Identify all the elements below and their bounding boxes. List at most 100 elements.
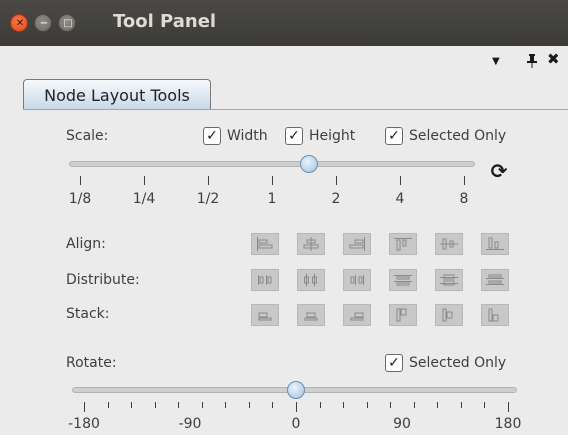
rotate-tick [131,402,133,408]
align-top-button[interactable] [389,233,417,255]
rotate-selected-only-box: ✓ [385,354,403,372]
close-icon[interactable]: ✖ [547,52,560,67]
stack-middle-icon [442,308,453,322]
align-center-vertical-icon [440,238,458,250]
rotate-selected-only-label: Selected Only [409,355,507,371]
stack-label: Stack: [66,306,110,322]
align-left-icon [257,237,273,251]
tab-divider [23,109,568,110]
stack-bottom-icon [488,308,499,322]
scale-tick-label: 2 [331,191,341,207]
rotate-tick [84,402,85,412]
width-checkbox[interactable]: ✓ Width [203,127,268,145]
scale-label: Scale: [66,128,109,144]
scale-selected-only-checkbox[interactable]: ✓ Selected Only [385,127,506,145]
scale-tick-label: 1/2 [196,191,220,207]
rotate-tick [178,402,180,408]
pin-icon[interactable] [526,54,538,71]
rotate-tick [296,402,297,412]
tab-label: Node Layout Tools [44,85,190,105]
stack-left-icon [258,312,272,321]
height-checkbox-label: Height [309,128,356,144]
align-right-button[interactable] [343,233,371,255]
align-right-icon [349,237,365,251]
stack-right-button[interactable] [343,304,371,326]
align-center-horizontal-button[interactable] [297,233,325,255]
align-bottom-icon [486,237,504,250]
rotate-selected-only-checkbox[interactable]: ✓ Selected Only [385,354,506,372]
align-center-vertical-button[interactable] [435,233,463,255]
scale-slider-track[interactable] [69,161,475,167]
distribute-label: Distribute: [66,272,140,288]
width-checkbox-box: ✓ [203,127,221,145]
scale-tick [144,176,145,185]
distribute-top-button[interactable] [389,269,417,291]
scale-selected-only-box: ✓ [385,127,403,145]
tab-node-layout-tools[interactable]: Node Layout Tools [23,79,211,110]
distribute-left-button[interactable] [251,269,279,291]
align-bottom-button[interactable] [481,233,509,255]
stack-middle-button[interactable] [435,304,463,326]
distribute-center-button[interactable] [297,269,325,291]
height-checkbox-box: ✓ [285,127,303,145]
rotate-tick [413,402,415,408]
scale-tick [400,176,401,185]
rotate-tick [201,402,203,408]
distribute-middle-icon [440,274,458,286]
window-titlebar: ✕ − □ Tool Panel [0,0,568,46]
rotate-tick-label: -90 [178,416,202,432]
scale-tick [336,176,337,185]
rotate-tick [154,402,156,408]
scale-tick [272,176,273,185]
rotate-slider-thumb[interactable] [287,381,305,399]
stack-top-button[interactable] [389,304,417,326]
maximize-icon: □ [63,18,73,29]
height-checkbox[interactable]: ✓ Height [285,127,355,145]
checkmark-icon: ✓ [206,128,218,144]
scale-selected-only-label: Selected Only [409,128,507,144]
checkmark-icon: ✓ [388,355,400,371]
distribute-bottom-icon [486,274,504,285]
scale-tick-label: 1/8 [68,191,92,207]
stack-center-icon [304,312,318,321]
distribute-left-icon [258,275,272,285]
rotate-tick-label: 0 [291,416,301,432]
align-center-horizontal-icon [303,237,319,251]
checkmark-icon: ✓ [388,128,400,144]
rotate-tick [484,402,486,408]
minimize-icon: − [39,18,49,29]
rotate-tick-label: 90 [393,416,411,432]
distribute-bottom-button[interactable] [481,269,509,291]
align-top-icon [394,238,412,251]
distribute-right-icon [350,275,364,285]
rotate-tick [272,402,274,408]
scale-tick [464,176,465,185]
scale-slider-thumb[interactable] [300,155,319,173]
window-maximize-button[interactable]: □ [58,14,76,32]
stack-left-button[interactable] [251,304,279,326]
stack-center-button[interactable] [297,304,325,326]
distribute-middle-button[interactable] [435,269,463,291]
window-close-button[interactable]: ✕ [10,14,28,32]
scale-tick-label: 8 [459,191,469,207]
dropdown-arrow-icon[interactable]: ▼ [492,57,500,67]
scale-tick-label: 1 [267,191,277,207]
distribute-right-button[interactable] [343,269,371,291]
stack-top-icon [396,308,407,322]
checkmark-icon: ✓ [288,128,300,144]
rotate-tick [390,402,392,408]
stack-bottom-button[interactable] [481,304,509,326]
window-minimize-button[interactable]: − [34,14,52,32]
refresh-icon[interactable]: ⟳ [488,160,510,182]
stack-right-icon [350,312,364,321]
align-left-button[interactable] [251,233,279,255]
rotate-tick [225,402,227,408]
rotate-tick [107,402,109,408]
rotate-label: Rotate: [66,355,117,371]
rotate-tick [460,402,462,408]
rotate-tick [366,402,368,408]
align-label: Align: [66,236,106,252]
rotate-tick [508,402,509,412]
scale-tick-label: 4 [395,191,405,207]
window-title: Tool Panel [113,11,217,32]
